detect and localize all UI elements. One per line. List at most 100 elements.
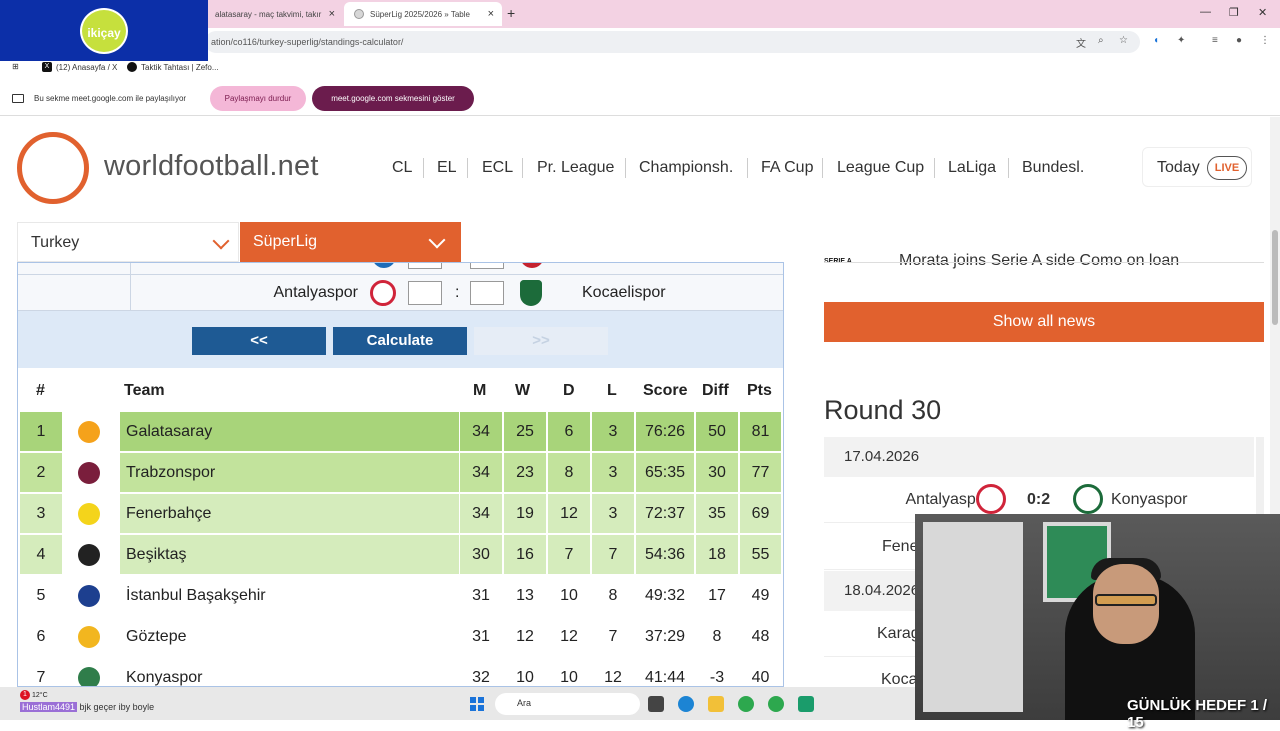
translate-icon[interactable]: 文 [1076, 35, 1086, 50]
close-tab-icon[interactable]: × [488, 8, 494, 20]
nav-item-laliga[interactable]: LaLiga [948, 159, 996, 177]
team-cell: Fenerbahçe [120, 494, 459, 533]
next-matchday-button[interactable]: >> [474, 327, 608, 355]
pts-cell: 77 [740, 453, 781, 492]
nav-item-pr-league[interactable]: Pr. League [537, 159, 614, 177]
show-all-news-button[interactable]: Show all news [824, 302, 1264, 342]
col-pts-header: Pts [747, 382, 772, 399]
nav-item-fa-cup[interactable]: FA Cup [761, 159, 813, 177]
browser-tab[interactable]: alatasaray - maç takvimi, takır × [205, 2, 343, 26]
col-w-header: W [515, 382, 531, 399]
league-select[interactable]: SüperLig [240, 222, 461, 262]
chrome-profile-icon[interactable] [768, 696, 784, 712]
score-cell: 54:36 [636, 535, 694, 574]
media-icon[interactable]: ≡ [1212, 35, 1218, 46]
col-m-header: M [473, 382, 487, 399]
home-score-input[interactable] [408, 281, 442, 305]
stop-sharing-button[interactable]: Paylaşmayı durdur [210, 86, 306, 111]
today-live-button[interactable]: Today LIVE [1142, 147, 1252, 187]
calculate-button[interactable]: Calculate [333, 327, 467, 355]
search-placeholder: Ara [517, 698, 532, 708]
audio-icon[interactable]: ◖ [1153, 35, 1159, 46]
profile-avatar-icon[interactable]: ● [1236, 35, 1242, 46]
away-score-input[interactable] [470, 263, 504, 269]
rank-cell: 5 [36, 587, 46, 604]
maximize-icon[interactable]: ❐ [1229, 6, 1239, 19]
windows-start-icon[interactable] [470, 697, 484, 711]
diff-cell: 35 [696, 494, 738, 533]
site-header: worldfootball.net CL EL ECL Pr. League C… [0, 117, 1270, 222]
match-row-partial [18, 263, 783, 275]
file-explorer-icon[interactable] [708, 696, 724, 712]
close-tab-icon[interactable]: × [329, 8, 335, 20]
league-value: SüperLig [253, 233, 318, 250]
news-title: Morata joins Serie A side Como on loan [899, 252, 1180, 269]
edge-icon[interactable] [678, 696, 694, 712]
w-cell: 23 [504, 453, 546, 492]
table-row[interactable]: 2 Trabzonspor 34 23 8 3 65:35 30 77 [20, 453, 781, 492]
bookmark-star-icon[interactable]: ☆ [1119, 35, 1128, 46]
nav-item-ecl[interactable]: ECL [482, 159, 513, 177]
nav-item-cl[interactable]: CL [392, 159, 412, 177]
nav-item-bundesliga[interactable]: Bundesl. [1022, 159, 1084, 177]
score-cell: 65:35 [636, 453, 694, 492]
site-logo-icon[interactable] [17, 132, 89, 204]
match-date: 17.04.2026 [844, 448, 920, 465]
table-row[interactable]: 4 Beşiktaş 30 16 7 7 54:36 18 55 [20, 535, 781, 574]
table-row[interactable]: 6 Göztepe 31 12 12 7 37:29 8 48 [20, 617, 781, 656]
tab-title: SüperLig 2025/2026 » Table [370, 9, 470, 19]
show-meet-tab-button[interactable]: meet.google.com sekmesini göster [312, 86, 474, 111]
diff-cell: 50 [696, 412, 738, 451]
scrollbar-thumb[interactable] [1272, 230, 1278, 325]
chrome-icon[interactable] [738, 696, 754, 712]
bookmark-item[interactable]: Taktik Tahtası | Zefo... [127, 62, 219, 72]
score-cell: 37:29 [644, 628, 686, 645]
weather-temp[interactable]: 12°C [32, 692, 48, 699]
club-crest-icon [78, 585, 100, 607]
home-score-input[interactable] [408, 263, 442, 269]
extensions-icon[interactable]: ✦ [1177, 35, 1185, 46]
bookmark-label: Taktik Tahtası | Zefo... [141, 62, 219, 72]
nav-item-championship[interactable]: Championsh. [639, 159, 733, 177]
site-logo-text[interactable]: worldfootball.net [104, 150, 319, 183]
table-row[interactable]: 7 Konyaspor 32 10 10 12 41:44 -3 40 [20, 658, 781, 686]
previous-matchday-button[interactable]: << [192, 327, 326, 355]
close-window-icon[interactable]: ✕ [1258, 6, 1267, 19]
standings-table: # Team M W D L Score Diff Pts 1 Galatasar… [18, 368, 783, 686]
match-date: 18.04.2026 [844, 582, 920, 599]
table-row[interactable]: 3 Fenerbahçe 34 19 12 3 72:37 35 69 [20, 494, 781, 533]
col-d-header: D [563, 382, 575, 399]
zoom-icon[interactable]: ⌕ [1098, 35, 1104, 46]
browser-tab-active[interactable]: SüperLig 2025/2026 » Table × [344, 2, 502, 26]
task-view-icon[interactable] [648, 696, 664, 712]
app-icon[interactable] [798, 696, 814, 712]
windows-taskbar: 1 12°C Hustlam4491 bjk geçer iby boyle A… [0, 687, 915, 720]
diff-cell: 30 [696, 453, 738, 492]
new-tab-icon[interactable]: + [507, 5, 515, 21]
bookmark-item[interactable]: X (12) Anasayfa / X [42, 62, 117, 72]
url-text: ation/co116/turkey-superlig/standings-ca… [211, 37, 404, 47]
m-cell: 34 [460, 412, 502, 451]
nav-item-el[interactable]: EL [437, 159, 457, 177]
diff-cell: 18 [696, 535, 738, 574]
nav-item-league-cup[interactable]: League Cup [837, 159, 924, 177]
nav-separator [822, 158, 823, 178]
w-cell: 10 [516, 669, 534, 686]
w-cell: 13 [516, 587, 534, 604]
table-row[interactable]: 5 İstanbul Başakşehir 31 13 10 8 49:32 17 49 [20, 576, 781, 615]
table-row[interactable]: 1 Galatasaray 34 25 6 3 76:26 50 81 [20, 412, 781, 451]
menu-icon[interactable]: ⋮ [1260, 35, 1270, 46]
home-team: Antalyaspor [273, 284, 359, 301]
team-cell: Beşiktaş [120, 535, 459, 574]
apps-grid-icon[interactable]: ⊞ [12, 62, 19, 71]
chevron-down-icon [212, 232, 230, 250]
away-score-input[interactable] [470, 281, 504, 305]
url-bar[interactable]: ation/co116/turkey-superlig/standings-ca… [205, 31, 1140, 53]
standings-calculator: Antalyaspor : Kocaelispor << Calculate >… [17, 262, 784, 687]
taskbar-search-input[interactable]: Ara [495, 693, 640, 715]
news-item[interactable]: SERIE A Morata joins Serie A side Como o… [824, 248, 1264, 278]
minimize-icon[interactable]: — [1200, 6, 1211, 18]
chat-text: bjk geçer iby boyle [79, 702, 155, 712]
pts-cell: 49 [751, 587, 770, 604]
country-select[interactable]: Turkey [17, 222, 239, 262]
